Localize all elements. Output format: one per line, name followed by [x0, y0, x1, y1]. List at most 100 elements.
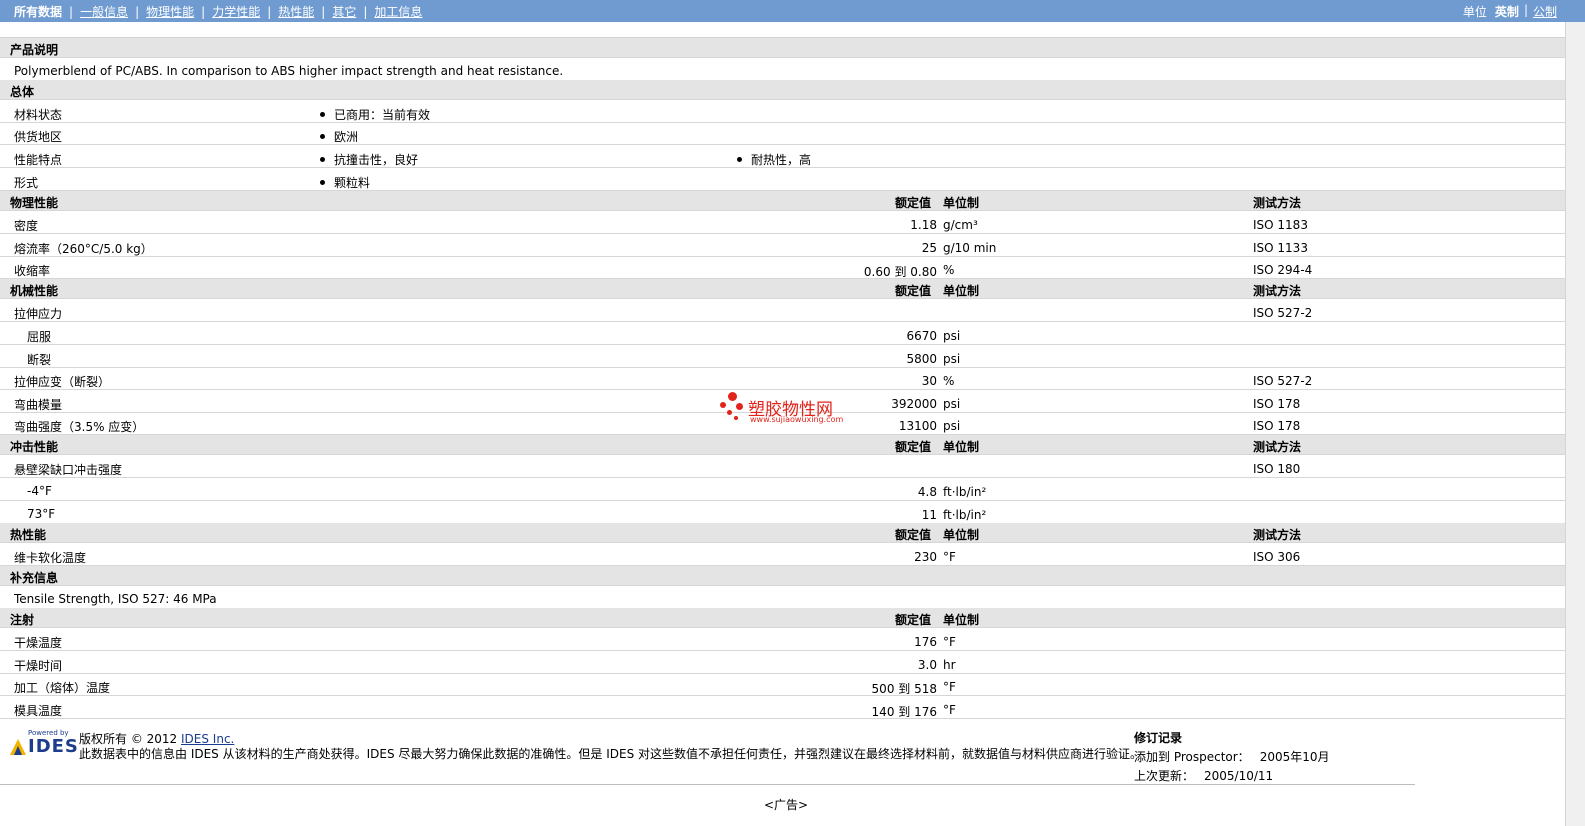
row-method: ISO 527-2	[1253, 374, 1313, 388]
top-nav-bar: 所有数据 | 一般信息 | 物理性能 | 力学性能 | 热性能 | 其它 | 加…	[0, 0, 1585, 22]
copyright-text: 版权所有 © 2012	[79, 732, 178, 746]
row-unit: °F	[943, 703, 956, 717]
row-unit: psi	[943, 419, 961, 433]
added-label: 添加到 Prospector：	[1134, 750, 1250, 764]
col-header-unit: 单位制	[943, 613, 980, 627]
row-label: 悬壁梁缺口冲击强度	[14, 463, 123, 477]
row-label: 加工（熔体）温度	[14, 681, 111, 695]
unit-english[interactable]: 英制	[1495, 3, 1519, 20]
col-header-method: 测试方法	[1253, 528, 1302, 542]
list-item-text: 欧洲	[334, 130, 359, 144]
nav-mechanical[interactable]: 力学性能	[212, 3, 260, 20]
row-label: 弯曲模量	[14, 398, 63, 412]
nav-processing[interactable]: 加工信息	[374, 3, 422, 20]
row-label: 断裂	[27, 353, 52, 367]
row-label: -4°F	[27, 484, 52, 498]
table-row: 拉伸应变（断裂） 30 % ISO 527-2	[0, 368, 1565, 390]
updated-value: 2005/10/11	[1204, 769, 1274, 783]
row-unit: ft·lb/in²	[943, 508, 987, 522]
row-value: 1.18	[910, 218, 937, 232]
table-row: 材料状态 已商用：当前有效	[0, 101, 1565, 123]
row-unit: °F	[943, 635, 956, 649]
row-method: ISO 527-2	[1253, 306, 1313, 320]
table-row: 断裂 5800 psi	[0, 346, 1565, 368]
row-unit: psi	[943, 352, 961, 366]
nav-other[interactable]: 其它	[332, 3, 356, 20]
logo-name: IDES	[28, 736, 79, 757]
section-header-physical: 物理性能 额定值 单位制 测试方法	[0, 191, 1565, 211]
row-label: 熔流率（260°C/5.0 kg）	[14, 242, 153, 256]
col-header-method: 测试方法	[1253, 440, 1302, 454]
section-title: 热性能	[10, 528, 47, 542]
section-title: 总体	[10, 85, 35, 99]
unit-separator: |	[1523, 3, 1528, 17]
list-item-text: 耐热性，高	[751, 153, 812, 167]
nav-separator: |	[363, 4, 368, 19]
col-header-unit: 单位制	[943, 284, 980, 298]
bullet-icon	[320, 157, 325, 162]
row-method: ISO 1183	[1253, 218, 1308, 232]
section-header-injection: 注射 额定值 单位制	[0, 608, 1565, 628]
row-value: 6670	[906, 329, 937, 343]
col-header-nominal: 额定值	[895, 613, 932, 627]
nav-separator: |	[321, 4, 326, 19]
disclaimer-text: 此数据表中的信息由 IDES 从该材料的生产商处获得。IDES 尽最大努力确保此…	[79, 747, 1143, 761]
row-unit: hr	[943, 658, 956, 672]
row-method: ISO 178	[1253, 419, 1301, 433]
col-header-nominal: 额定值	[895, 440, 932, 454]
section-header-supplement: 补充信息	[0, 566, 1565, 586]
row-label: 性能特点	[14, 153, 63, 167]
ides-link[interactable]: IDES Inc.	[181, 732, 234, 746]
row-method: ISO 306	[1253, 550, 1301, 564]
row-value: 140 到 176	[871, 705, 937, 719]
table-row: 收缩率 0.60 到 0.80 % ISO 294-4	[0, 257, 1565, 279]
row-unit: psi	[943, 397, 961, 411]
row-value: 0.60 到 0.80	[863, 265, 937, 279]
revision-added: 添加到 Prospector： 2005年10月	[1134, 748, 1330, 765]
table-row: 屈服 6670 psi	[0, 323, 1565, 345]
bullet-icon	[320, 112, 325, 117]
row-unit: ft·lb/in²	[943, 485, 987, 499]
row-unit: %	[943, 374, 955, 388]
watermark: 塑胶物性网 www.sujiaowuxing.com	[720, 388, 860, 428]
unit-metric-link[interactable]: 公制	[1533, 3, 1557, 20]
nav-general-info[interactable]: 一般信息	[80, 3, 128, 20]
col-header-unit: 单位制	[943, 528, 980, 542]
section-title: 注射	[10, 613, 35, 627]
scrollbar-track[interactable]	[1565, 22, 1585, 826]
row-method: ISO 178	[1253, 397, 1301, 411]
watermark-logo-icon	[720, 392, 746, 422]
section-header-mechanical: 机械性能 额定值 单位制 测试方法	[0, 279, 1565, 299]
table-row: 密度 1.18 g/cm³ ISO 1183	[0, 212, 1565, 234]
row-label: 73°F	[27, 507, 56, 521]
watermark-url: www.sujiaowuxing.com	[750, 415, 844, 424]
row-value: 4.8	[917, 485, 937, 499]
row-value: 176	[914, 635, 937, 649]
row-method: ISO 1133	[1253, 241, 1308, 255]
table-row: 模具温度 140 到 176 °F	[0, 697, 1565, 719]
product-desc-row: Polymerblend of PC/ABS. In comparison to…	[0, 59, 1565, 81]
section-header-product-desc: 产品说明	[0, 38, 1565, 58]
table-row: 干燥温度 176 °F	[0, 629, 1565, 651]
table-row: 加工（熔体）温度 500 到 518 °F	[0, 674, 1565, 696]
row-label: 拉伸应变（断裂）	[14, 375, 111, 389]
ides-logo-icon	[10, 739, 26, 755]
bullet-icon	[320, 180, 325, 185]
row-label: 密度	[14, 219, 39, 233]
revision-title: 修订记录	[1134, 731, 1183, 745]
row-unit: g/10 min	[943, 241, 997, 255]
list-item-text: 已商用：当前有效	[334, 108, 431, 122]
row-value: 230	[914, 550, 937, 564]
section-title: 物理性能	[10, 196, 59, 210]
section-title: 产品说明	[10, 43, 59, 57]
row-label: 维卡软化温度	[14, 551, 87, 565]
nav-all-data[interactable]: 所有数据	[14, 3, 62, 20]
ides-logo[interactable]: Powered by IDES	[8, 729, 78, 757]
row-label: 干燥时间	[14, 659, 63, 673]
section-header-thermal: 热性能 额定值 单位制 测试方法	[0, 523, 1565, 543]
nav-thermal[interactable]: 热性能	[278, 3, 314, 20]
section-header-impact: 冲击性能 额定值 单位制 测试方法	[0, 435, 1565, 455]
row-label: 模具温度	[14, 704, 63, 718]
nav-physical[interactable]: 物理性能	[146, 3, 194, 20]
row-value: 392000	[891, 397, 937, 411]
